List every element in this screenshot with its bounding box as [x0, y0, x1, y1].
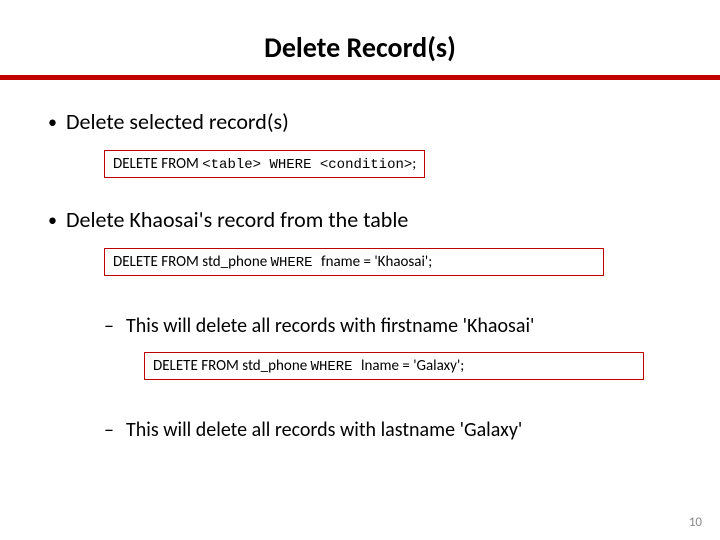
sql-arg: std_phone [202, 253, 270, 271]
sql-keyword: WHERE [261, 157, 320, 173]
sql-arg: fname = 'Khaosai'; [321, 253, 432, 271]
sql-arg: <table> [202, 157, 261, 173]
sql-keyword: DELETE FROM [113, 155, 202, 173]
sub-bullet-text: This will delete all records with firstn… [126, 314, 534, 338]
sql-tail: ; [412, 155, 416, 173]
dash-icon: – [104, 418, 126, 442]
sub-bullet-item: – This will delete all records with firs… [104, 314, 672, 338]
bullet-text: Delete selected record(s) [66, 108, 289, 135]
sql-keyword: DELETE FROM [153, 357, 242, 375]
sql-keyword: WHERE [311, 359, 361, 375]
dash-icon: – [104, 314, 126, 338]
sub-bullet-text: This will delete all records with lastna… [126, 418, 522, 442]
code-box-lname: DELETE FROM std_phone WHERE lname = 'Gal… [144, 352, 644, 380]
sql-arg: std_phone [242, 357, 310, 375]
sql-arg: <condition> [320, 157, 412, 173]
sql-keyword: DELETE FROM [113, 253, 202, 271]
code-box-fname: DELETE FROM std_phone WHERE fname = 'Kha… [104, 248, 604, 276]
sql-keyword: WHERE [271, 255, 321, 271]
bullet-item: • Delete selected record(s) [48, 108, 672, 136]
slide-content: • Delete selected record(s) DELETE FROM … [0, 108, 720, 442]
slide: Delete Record(s) • Delete selected recor… [0, 0, 720, 540]
bullet-dot-icon: • [48, 108, 66, 136]
slide-title: Delete Record(s) [0, 30, 720, 65]
bullet-item: • Delete Khaosai's record from the table [48, 206, 672, 234]
bullet-dot-icon: • [48, 206, 66, 234]
bullet-text: Delete Khaosai's record from the table [66, 206, 408, 233]
title-underline [0, 75, 720, 80]
code-box-generic: DELETE FROM <table> WHERE <condition>; [104, 150, 425, 178]
page-number: 10 [689, 515, 702, 530]
sub-bullet-item: – This will delete all records with last… [104, 418, 672, 442]
sql-arg: lname = 'Galaxy'; [361, 357, 464, 375]
